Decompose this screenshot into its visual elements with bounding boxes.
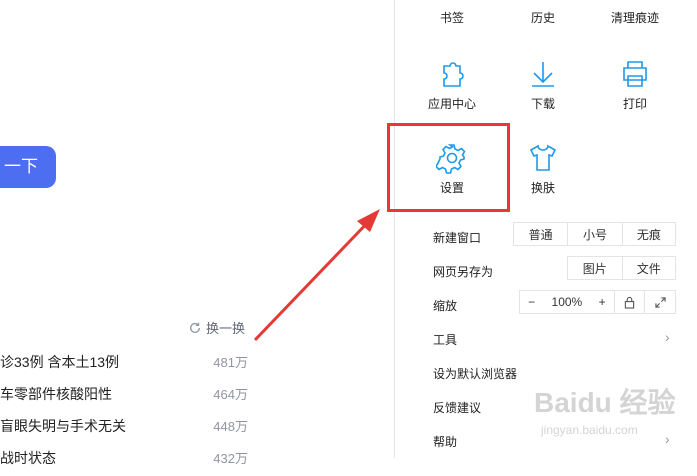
watermark-url: jingyan.baidu.com	[541, 423, 638, 437]
watermark-logo: Baidu 经验	[534, 387, 676, 418]
